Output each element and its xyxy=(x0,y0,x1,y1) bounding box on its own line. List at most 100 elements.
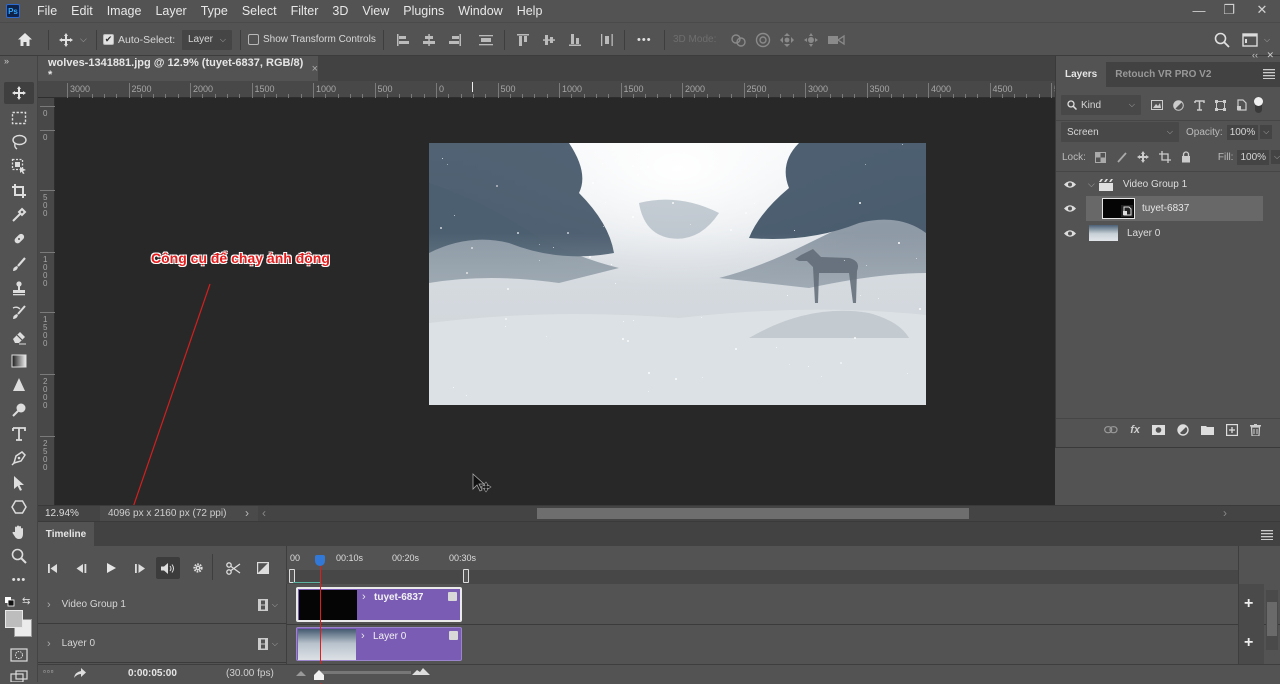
expand-track-icon[interactable]: › xyxy=(47,638,51,650)
mute-audio-button[interactable] xyxy=(156,557,180,579)
tab-timeline[interactable]: Timeline xyxy=(38,522,94,546)
visibility-toggle[interactable] xyxy=(1058,204,1082,213)
healing-brush-tool[interactable] xyxy=(4,228,34,250)
document-tab[interactable]: wolves-1341881.jpg @ 12.9% (tuyet-6837, … xyxy=(38,56,318,81)
more-options-button[interactable]: ••• xyxy=(637,23,652,56)
transition-button[interactable] xyxy=(251,557,275,579)
filter-adjustment-icon[interactable] xyxy=(1173,99,1184,111)
horizontal-scrollbar-thumb[interactable] xyxy=(537,508,969,519)
expand-track-icon[interactable]: › xyxy=(47,599,51,611)
eraser-tool[interactable] xyxy=(4,326,34,348)
work-area-start-handle[interactable] xyxy=(289,569,295,583)
filter-toggle[interactable] xyxy=(1254,97,1263,113)
move-tool-preset-button[interactable]: ⌵ xyxy=(58,23,87,56)
visibility-toggle[interactable] xyxy=(1058,180,1082,189)
layer-effects-icon[interactable]: fx xyxy=(1130,424,1140,436)
menu-filter[interactable]: Filter xyxy=(284,0,326,22)
menu-type[interactable]: Type xyxy=(194,0,235,22)
crop-tool[interactable] xyxy=(4,180,34,202)
tab-retouch-vr-pro[interactable]: Retouch VR PRO V2 xyxy=(1106,62,1220,87)
timeline-zoom-slider[interactable] xyxy=(318,671,411,674)
blur-tool[interactable] xyxy=(4,374,34,396)
clip-options-icon[interactable] xyxy=(448,592,457,601)
3d-pan-icon[interactable] xyxy=(779,32,795,48)
render-video-icon[interactable] xyxy=(74,668,86,678)
panel-menu-icon[interactable] xyxy=(1263,62,1280,87)
work-area-end-handle[interactable] xyxy=(463,569,469,583)
distribute-horizontal-icon[interactable] xyxy=(600,33,614,47)
zoom-in-icon[interactable] xyxy=(412,667,430,675)
frame-animation-toggle-icon[interactable]: ▫▫▫ xyxy=(43,667,55,676)
distribute-vertical-icon[interactable] xyxy=(478,33,494,47)
default-colors-icon[interactable] xyxy=(5,597,15,607)
3d-roll-icon[interactable] xyxy=(755,32,771,48)
track-header-layer-0[interactable]: › Layer 0 ⌵ xyxy=(38,625,286,663)
clip-expand-icon[interactable]: › xyxy=(361,630,365,642)
history-brush-tool[interactable] xyxy=(4,301,34,323)
add-mask-icon[interactable] xyxy=(1152,424,1165,435)
menu-plugins[interactable]: Plugins xyxy=(396,0,451,22)
track-header-video-group[interactable]: › Video Group 1 ⌵ xyxy=(38,586,286,624)
layer-row-video-group[interactable]: ⌵ Video Group 1 xyxy=(1056,172,1280,197)
visibility-toggle[interactable] xyxy=(1058,229,1082,238)
menu-file[interactable]: File xyxy=(30,0,64,22)
marquee-tool[interactable] xyxy=(4,107,34,129)
menu-window[interactable]: Window xyxy=(451,0,509,22)
brush-tool[interactable] xyxy=(4,253,34,275)
split-at-playhead-button[interactable] xyxy=(221,557,245,579)
minimize-button[interactable]: — xyxy=(1184,0,1214,20)
fill-input[interactable]: 100% xyxy=(1237,149,1270,165)
close-window-button[interactable]: ✕ xyxy=(1244,0,1280,20)
gradient-tool[interactable] xyxy=(4,350,34,372)
align-horizontal-center-icon[interactable] xyxy=(422,33,436,47)
3d-orbit-icon[interactable] xyxy=(729,32,747,48)
filter-shape-icon[interactable] xyxy=(1215,99,1226,111)
timeline-vertical-scrollbar[interactable] xyxy=(1266,590,1278,650)
tab-layers[interactable]: Layers xyxy=(1056,62,1107,87)
delete-layer-icon[interactable] xyxy=(1250,423,1261,436)
opacity-chevron-icon[interactable]: ⌵ xyxy=(1260,125,1273,139)
type-tool[interactable] xyxy=(4,423,34,445)
collapse-panel-icon[interactable]: ‹‹ xyxy=(1252,50,1258,60)
film-strip-icon[interactable] xyxy=(257,598,268,611)
clip-expand-icon[interactable]: › xyxy=(362,591,366,603)
search-button[interactable] xyxy=(1214,23,1230,56)
lock-all-icon[interactable] xyxy=(1181,151,1191,163)
link-layers-icon[interactable] xyxy=(1104,425,1118,434)
swap-colors-icon[interactable]: ⇆ xyxy=(22,596,30,607)
expand-group-icon[interactable]: ⌵ xyxy=(1088,179,1095,190)
opacity-input[interactable]: 100% xyxy=(1226,124,1259,140)
zoom-tool[interactable] xyxy=(4,545,34,567)
playback-settings-button[interactable] xyxy=(186,557,210,579)
menu-select[interactable]: Select xyxy=(235,0,284,22)
align-right-icon[interactable] xyxy=(448,33,462,47)
status-expand-icon[interactable]: › xyxy=(245,506,249,520)
clip-options-icon[interactable] xyxy=(449,631,458,640)
menu-edit[interactable]: Edit xyxy=(64,0,100,22)
clone-stamp-tool[interactable] xyxy=(4,277,34,299)
layer-filter-dropdown[interactable]: Kind ⌵ xyxy=(1061,95,1141,115)
menu-layer[interactable]: Layer xyxy=(148,0,193,22)
edit-toolbar-button[interactable]: ••• xyxy=(4,569,34,591)
close-panel-icon[interactable]: ✕ xyxy=(1266,50,1274,61)
timeline-menu-icon[interactable] xyxy=(1261,530,1273,540)
home-button[interactable] xyxy=(17,23,33,56)
layer-row-tuyet-6837[interactable]: tuyet-6837 xyxy=(1056,196,1280,221)
play-button[interactable] xyxy=(99,557,123,579)
quick-mask-button[interactable] xyxy=(10,648,28,662)
eyedropper-tool[interactable] xyxy=(4,204,34,226)
playhead-handle[interactable] xyxy=(315,555,325,566)
foreground-color-swatch[interactable] xyxy=(5,610,23,628)
auto-select-target-dropdown[interactable]: Layer ⌵ xyxy=(182,29,232,50)
path-selection-tool[interactable] xyxy=(4,472,34,494)
lock-image-pixels-icon[interactable] xyxy=(1116,151,1127,163)
adjustment-layer-icon[interactable] xyxy=(1177,423,1189,436)
new-layer-icon[interactable] xyxy=(1226,423,1238,436)
chevron-down-icon[interactable]: ⌵ xyxy=(272,639,278,649)
scroll-right-icon[interactable]: › xyxy=(1223,506,1227,520)
3d-slide-icon[interactable] xyxy=(803,32,819,48)
canvas-area[interactable]: Công cụ để chạy ảnh động xyxy=(55,98,1055,505)
menu-view[interactable]: View xyxy=(355,0,396,22)
zoom-out-icon[interactable] xyxy=(296,670,306,676)
align-left-icon[interactable] xyxy=(396,33,410,47)
